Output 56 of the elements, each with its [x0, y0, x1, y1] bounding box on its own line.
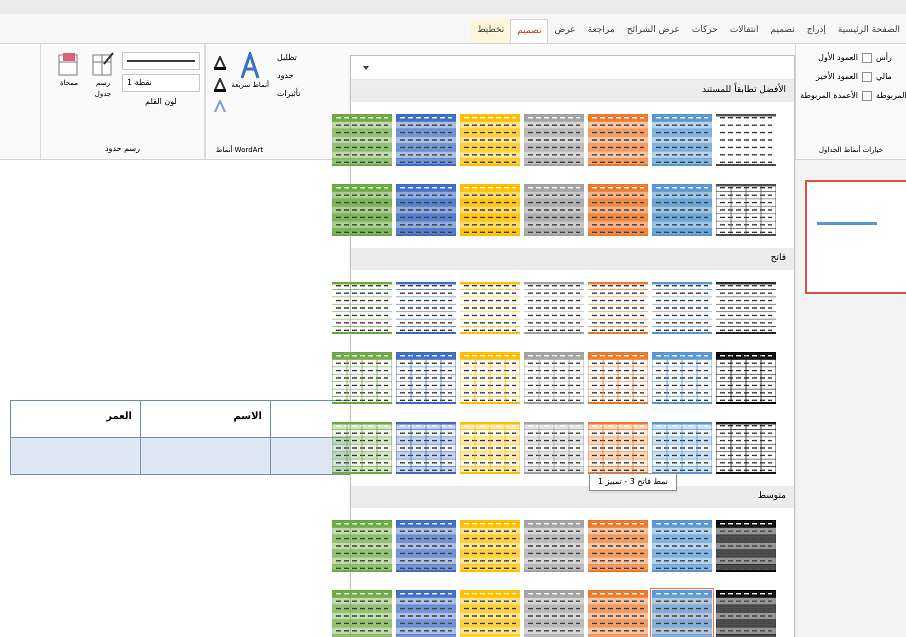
table-style-thumbnail[interactable]: [714, 280, 778, 336]
pen-color-button[interactable]: لون القلم: [122, 96, 200, 108]
table-style-thumbnail[interactable]: [714, 182, 778, 238]
table-style-thumbnail[interactable]: [458, 420, 522, 476]
text-fill-icon[interactable]: [213, 56, 228, 70]
checkbox-label: الأعمدة المربوطة: [800, 90, 858, 102]
table-style-thumbnail[interactable]: [714, 112, 778, 168]
table-style-thumbnail[interactable]: [586, 420, 650, 476]
ribbon-tab[interactable]: تصميم: [510, 19, 548, 43]
shading-option-button[interactable]: تأثيرات: [277, 88, 300, 100]
checkbox[interactable]: [862, 53, 872, 63]
ribbon-tab[interactable]: عرض: [548, 19, 582, 43]
checkbox-label: العمود الأول: [818, 52, 858, 64]
table-style-thumbnail[interactable]: [650, 280, 714, 336]
gallery-section-header: الأفضل تطابقاً للمستند: [351, 80, 794, 102]
style-tooltip: نمط فاتح 3 - تمييز 1: [589, 473, 677, 491]
slide-thumbnail[interactable]: [805, 180, 906, 294]
ribbon-tab[interactable]: انتقالات: [724, 19, 764, 43]
table-style-thumbnail[interactable]: [522, 420, 586, 476]
shading-option-button[interactable]: حدود: [277, 70, 294, 82]
checkbox-label: مالي: [876, 71, 893, 83]
table-style-thumbnail[interactable]: [714, 420, 778, 476]
gallery-section-header: فاتح: [351, 248, 794, 270]
table-style-thumbnail[interactable]: [650, 588, 714, 637]
ribbon-tab[interactable]: عرض الشرائح: [620, 19, 686, 43]
table-pencil-icon: [92, 52, 114, 78]
pen-weight-dropdown[interactable]: 1 نقطة: [122, 74, 200, 92]
group-label: رسم حدود: [104, 143, 141, 155]
table-style-thumbnail[interactable]: [394, 420, 458, 476]
ribbon-tab[interactable]: تخطيط: [471, 19, 510, 43]
table-style-thumbnail[interactable]: [586, 280, 650, 336]
gallery-section-header: متوسط: [351, 486, 794, 508]
table-style-thumbnail[interactable]: [522, 280, 586, 336]
eraser-table-icon: [58, 52, 80, 78]
text-outline-icon[interactable]: [213, 78, 228, 92]
ribbon-tab[interactable]: تصميم: [764, 19, 801, 43]
ribbon-tab[interactable]: حركات: [686, 19, 724, 43]
table-header-cell: الاسم: [141, 401, 271, 437]
table-style-thumbnail[interactable]: [394, 280, 458, 336]
table-header-cell: العمر: [11, 401, 141, 437]
ribbon-tab[interactable]: الصفحة الرئيسية: [832, 19, 906, 43]
ribbon-tab[interactable]: إدراج: [800, 19, 832, 43]
dropdown-caret-icon[interactable]: [363, 64, 369, 70]
table-style-thumbnail[interactable]: [650, 420, 714, 476]
wordart-letter-icon: [240, 52, 260, 80]
table-style-thumbnail[interactable]: [458, 280, 522, 336]
table-style-thumbnail[interactable]: [330, 420, 394, 476]
checkbox[interactable]: [862, 72, 872, 82]
checkbox-label: المربوطة: [876, 90, 906, 102]
shading-option-button[interactable]: تظليل: [277, 52, 297, 64]
checkbox-label: العمود الأخير: [816, 71, 858, 83]
table-style-thumbnail[interactable]: [330, 280, 394, 336]
ribbon-tab[interactable]: مراجعة: [582, 19, 621, 43]
checkbox-label: رأس: [876, 52, 893, 64]
pen-style-dropdown[interactable]: [122, 52, 200, 70]
checkbox[interactable]: [862, 91, 872, 101]
